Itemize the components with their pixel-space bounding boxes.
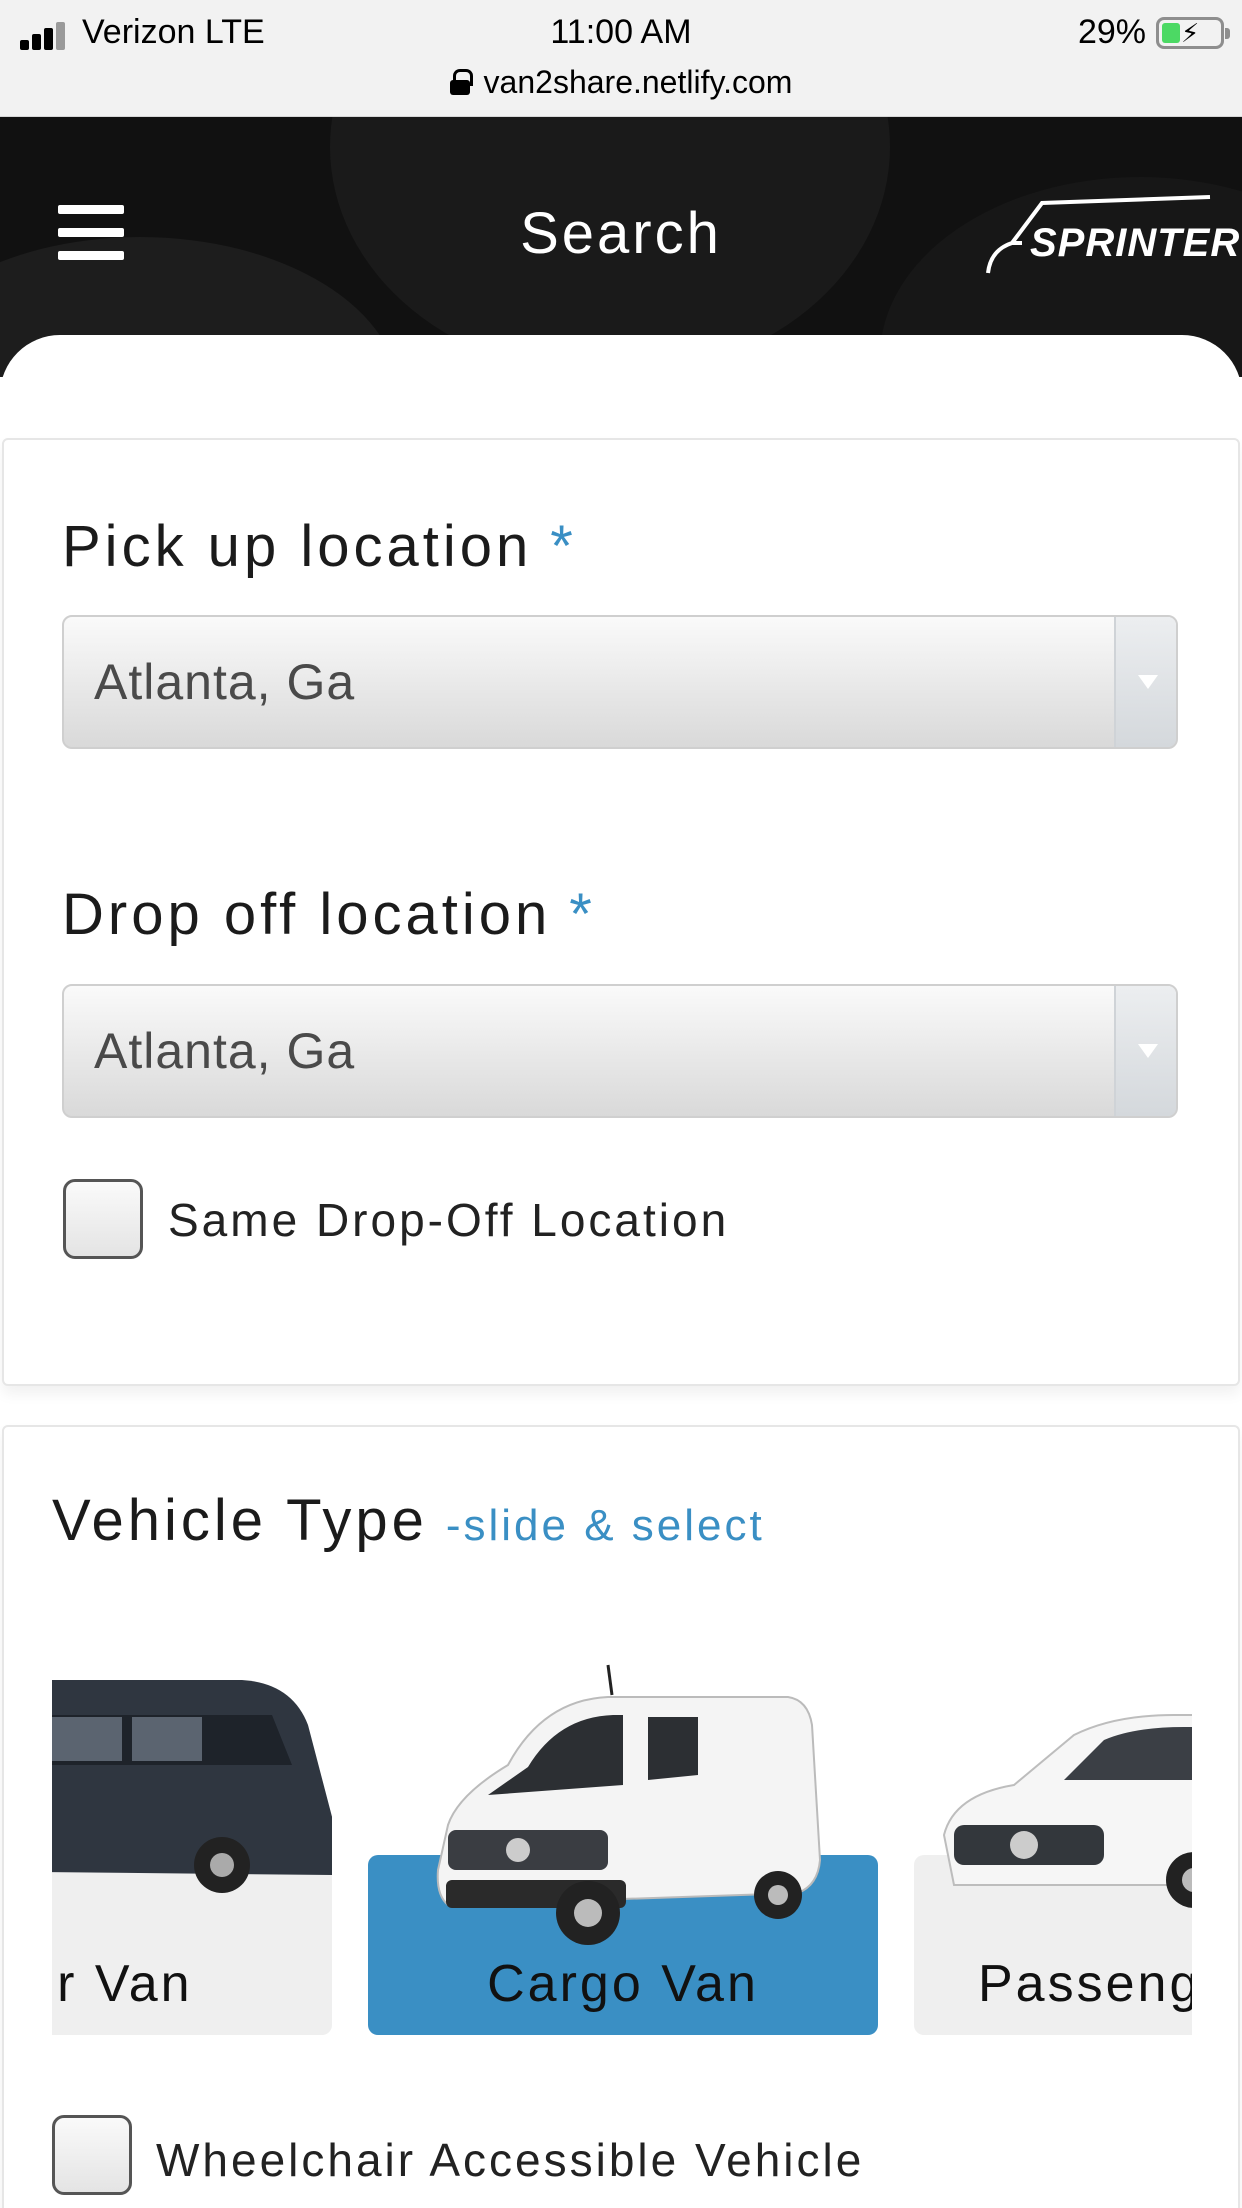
passenger-van-image — [52, 1680, 332, 1893]
vehicle-option-passenger[interactable]: Passeng — [914, 1655, 1192, 2035]
clock: 11:00 AM — [550, 13, 692, 51]
dropoff-value: Atlanta, Ga — [94, 1023, 356, 1079]
dropoff-label: Drop off location * — [62, 882, 596, 947]
vehicle-hint: -slide & select — [445, 1501, 765, 1550]
dropoff-select[interactable]: Atlanta, Ga — [62, 984, 1178, 1118]
url-bar[interactable]: van2share.netlify.com — [0, 60, 1242, 104]
vehicle-type-title: Vehicle Type -slide & select — [52, 1488, 765, 1553]
wheelchair-label: Wheelchair Accessible Vehicle — [156, 2134, 865, 2186]
vehicle-carousel[interactable]: nger Van Cargo Van Passeng — [52, 1655, 1192, 2035]
passenger-suv-image — [942, 1714, 1192, 1908]
wheelchair-checkbox[interactable] — [52, 2115, 132, 2195]
lock-icon — [449, 69, 473, 95]
battery-icon: ⚡ — [1156, 17, 1230, 49]
dropdown-arrow-icon[interactable] — [1114, 986, 1176, 1116]
vehicle-option-label: Passeng — [978, 1955, 1192, 2013]
pickup-select[interactable]: Atlanta, Ga — [62, 615, 1178, 749]
url-text: van2share.netlify.com — [483, 64, 793, 100]
vehicle-option-passenger-van[interactable]: nger Van — [52, 1655, 332, 2035]
required-mark: * — [550, 514, 577, 579]
vehicle-option-label: nger Van — [52, 1955, 193, 2013]
brand-text: SPRINTER — [1030, 221, 1241, 265]
required-mark: * — [569, 882, 596, 947]
sprinter-logo: SPRINTER — [982, 195, 1239, 279]
cargo-van-image — [436, 1664, 822, 1945]
same-dropoff-checkbox[interactable] — [63, 1179, 143, 1259]
dropdown-arrow-icon[interactable] — [1114, 617, 1176, 747]
pickup-label: Pick up location * — [62, 514, 577, 579]
status-bar: Verizon LTE 11:00 AM 29% ⚡ van2share.net… — [0, 0, 1242, 117]
vehicle-option-label: Cargo Van — [487, 1955, 759, 2013]
same-dropoff-label: Same Drop-Off Location — [168, 1194, 730, 1246]
pickup-value: Atlanta, Ga — [94, 654, 356, 710]
battery-percent: 29% — [1077, 13, 1146, 51]
vehicle-option-cargo-van[interactable]: Cargo Van — [368, 1655, 878, 2035]
